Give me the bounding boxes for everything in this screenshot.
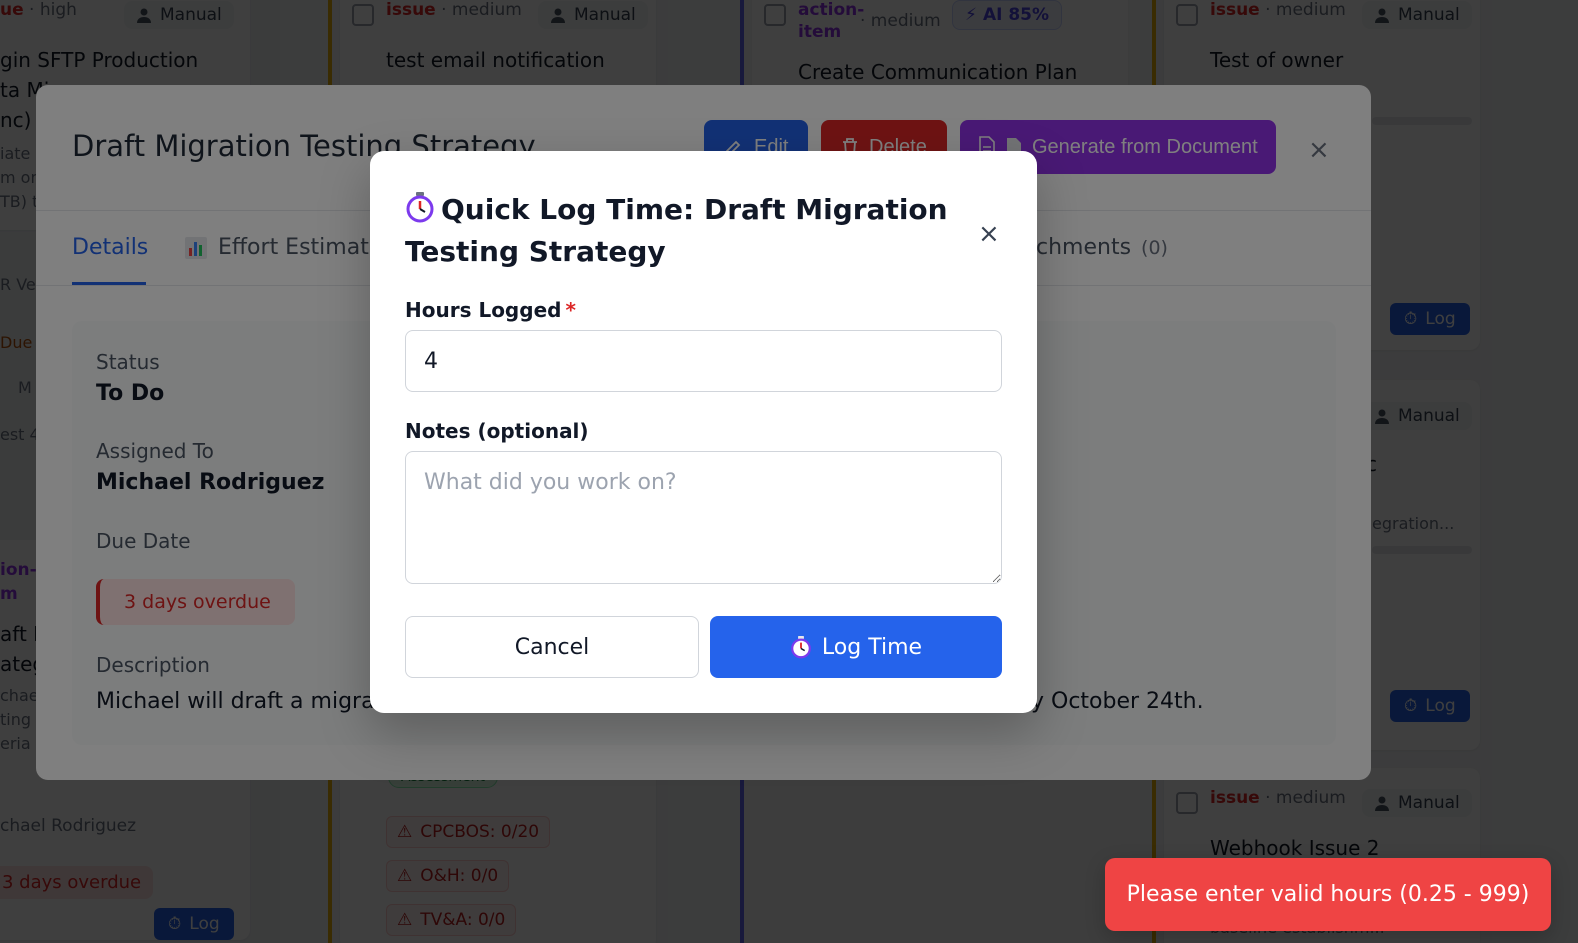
cancel-button[interactable]: Cancel <box>405 616 699 678</box>
stopwatch-icon <box>791 636 811 659</box>
notes-textarea[interactable] <box>405 451 1002 584</box>
hours-logged-input[interactable] <box>405 330 1002 392</box>
quick-log-time-modal: Quick Log Time: Draft Migration Testing … <box>370 151 1037 713</box>
modal-title: Quick Log Time: Draft Migration Testing … <box>405 192 948 268</box>
close-icon[interactable]: × <box>978 219 1000 249</box>
error-toast: Please enter valid hours (0.25 - 999) <box>1105 858 1551 931</box>
hours-logged-label: Hours Logged * <box>405 298 576 322</box>
log-time-button[interactable]: Log Time <box>710 616 1002 678</box>
notes-label: Notes (optional) <box>405 419 589 443</box>
stopwatch-icon <box>406 192 434 223</box>
